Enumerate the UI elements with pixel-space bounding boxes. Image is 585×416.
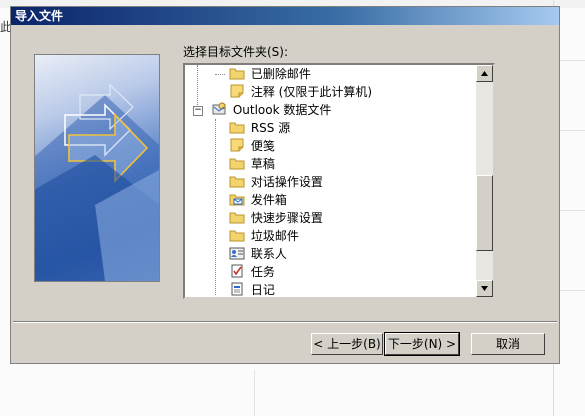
note-icon	[229, 84, 245, 98]
dialog-title: 导入文件	[11, 7, 559, 25]
folder-select-label: 选择目标文件夹(S):	[183, 45, 289, 59]
tree-item-contacts[interactable]: 联系人	[215, 245, 287, 263]
wizard-banner-image	[34, 54, 160, 282]
tree-item-deleted-items[interactable]: 已删除邮件	[215, 65, 311, 83]
contacts-icon	[229, 246, 245, 260]
tree-item-tasks[interactable]: 任务	[215, 263, 275, 281]
tree-item-outlook-datafile[interactable]: − Outlook 数据文件	[191, 101, 331, 119]
tree-item-outbox[interactable]: 发件箱	[215, 191, 287, 209]
folder-icon	[229, 156, 245, 170]
tree-item-quick-steps[interactable]: 快速步骤设置	[215, 209, 323, 227]
cancel-button[interactable]: 取消	[471, 333, 545, 355]
folder-icon	[229, 120, 245, 134]
tree-item-notes-local[interactable]: 注释 (仅限于此计算机)	[215, 83, 372, 101]
import-file-dialog: 导入文件 选择目标文件夹(S): 已删除邮件 注释 (仅限于此计算机) − Ou…	[10, 6, 560, 364]
scroll-down-button[interactable]	[476, 280, 493, 297]
scroll-up-button[interactable]	[476, 65, 493, 82]
collapse-toggle[interactable]: −	[193, 106, 203, 116]
tree-item-junk-mail[interactable]: 垃圾邮件	[215, 227, 299, 245]
tree-item-drafts[interactable]: 草稿	[215, 155, 275, 173]
banner-arrows-graphic	[35, 83, 159, 281]
note-icon	[229, 138, 245, 152]
tree-item-conversation-settings[interactable]: 对话操作设置	[215, 173, 323, 191]
folder-tree[interactable]: 已删除邮件 注释 (仅限于此计算机) − Outlook 数据文件 RSS 源 …	[183, 63, 495, 299]
folder-icon	[229, 66, 245, 80]
tree-vertical-scrollbar[interactable]	[476, 65, 493, 297]
back-button[interactable]: < 上一步(B)	[311, 333, 383, 355]
tree-item-rss[interactable]: RSS 源	[215, 119, 290, 137]
tree-item-journal[interactable]: 日记	[215, 281, 275, 297]
next-button[interactable]: 下一步(N) >	[384, 332, 460, 356]
dialog-separator	[13, 321, 557, 323]
tree-item-sticky-notes[interactable]: 便笺	[215, 137, 275, 155]
journal-icon	[229, 282, 245, 296]
folder-icon	[229, 228, 245, 242]
folder-icon	[229, 210, 245, 224]
folder-icon	[229, 174, 245, 188]
tasks-icon	[229, 264, 245, 278]
scroll-thumb[interactable]	[476, 175, 493, 251]
outlook-datafile-icon	[211, 102, 227, 116]
outbox-icon	[229, 192, 245, 206]
folder-tree-content: 已删除邮件 注释 (仅限于此计算机) − Outlook 数据文件 RSS 源 …	[185, 65, 477, 297]
background-divider-bottom	[254, 370, 255, 416]
